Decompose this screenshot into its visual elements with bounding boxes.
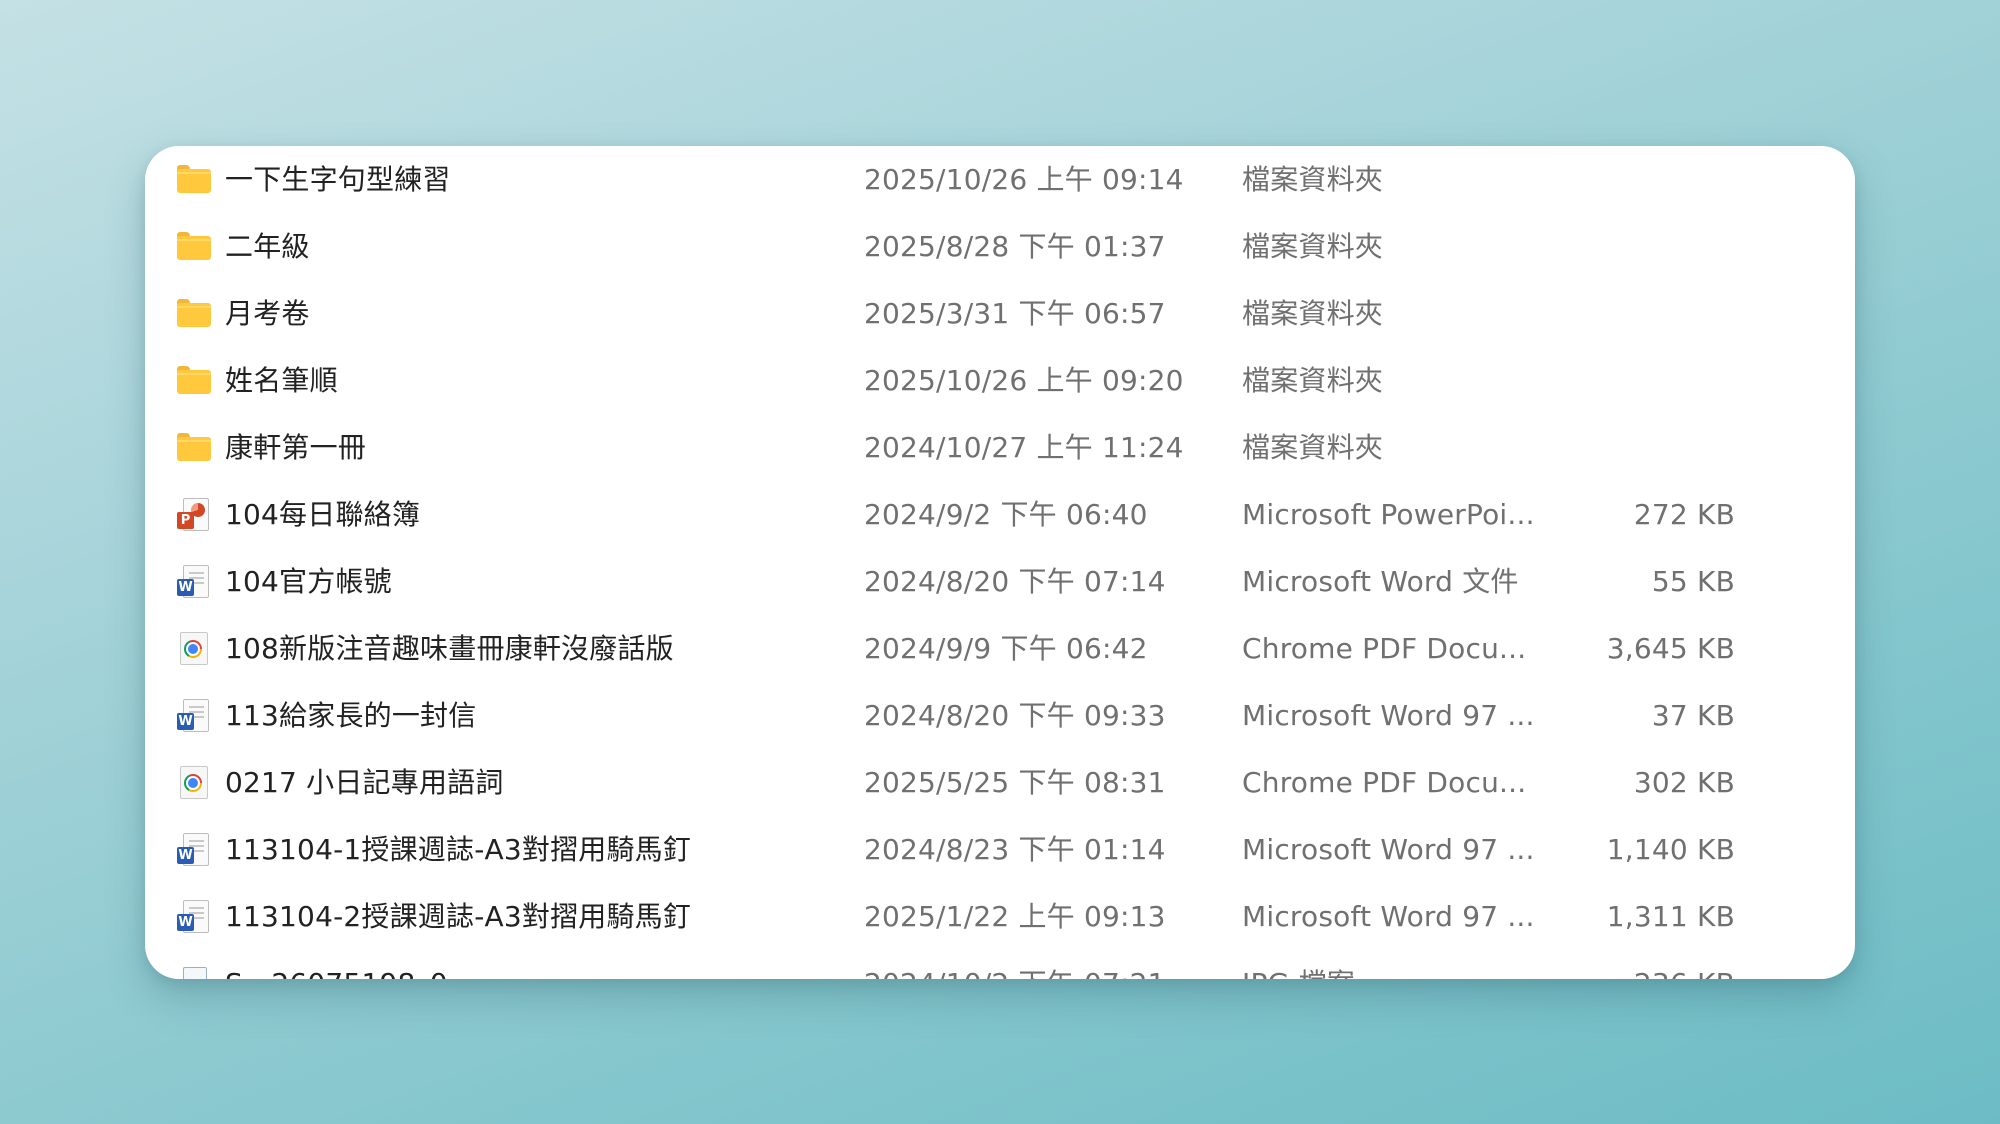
file-row-folder[interactable]: 月考卷 2025/3/31 下午 06:57 檔案資料夾: [145, 280, 1855, 347]
file-type: Microsoft Word 97 ...: [1242, 699, 1535, 732]
file-row-word[interactable]: W 113104-2授課週誌-A3對摺用騎馬釘 2025/1/22 上午 09:…: [145, 883, 1855, 950]
file-name: 113給家長的一封信: [225, 699, 477, 732]
file-size: [1585, 347, 1735, 414]
file-row-word[interactable]: W 113給家長的一封信 2024/8/20 下午 09:33 Microsof…: [145, 682, 1855, 749]
file-date: 2024/9/9 下午 06:42: [864, 632, 1148, 665]
file-row-folder[interactable]: 姓名筆順 2025/10/26 上午 09:20 檔案資料夾: [145, 347, 1855, 414]
file-name: 104官方帳號: [225, 565, 392, 598]
file-name: 姓名筆順: [225, 364, 338, 397]
file-date: 2024/8/20 下午 07:14: [864, 565, 1166, 598]
file-type: Microsoft PowerPoi...: [1242, 498, 1535, 531]
file-name: 一下生字句型練習: [225, 163, 451, 196]
file-date: 2025/8/28 下午 01:37: [864, 230, 1166, 263]
file-size: 55 KB: [1651, 565, 1735, 598]
folder-icon: [177, 297, 211, 331]
file-type: 檔案資料夾: [1242, 230, 1384, 263]
file-name: 108新版注音趣味畫冊康軒沒廢話版: [225, 632, 674, 665]
file-date: 2024/8/23 下午 01:14: [864, 833, 1166, 866]
file-date: 2025/10/26 上午 09:20: [864, 364, 1184, 397]
file-row-word[interactable]: W 113104-1授課週誌-A3對摺用騎馬釘 2024/8/23 下午 01:…: [145, 816, 1855, 883]
file-type: 檔案資料夾: [1242, 163, 1384, 196]
file-name: 月考卷: [225, 297, 310, 330]
file-row-powerpoint[interactable]: P 104每日聯絡簿 2024/9/2 下午 06:40 Microsoft P…: [145, 481, 1855, 548]
file-date: 2024/9/2 下午 06:40: [864, 498, 1148, 531]
word-file-icon: W: [177, 833, 211, 867]
file-size: 302 KB: [1633, 766, 1735, 799]
file-date: 2025/5/25 下午 08:31: [864, 766, 1166, 799]
file-date: 2024/10/27 上午 11:24: [864, 431, 1184, 464]
file-type: 檔案資料夾: [1242, 431, 1384, 464]
file-size: 3,645 KB: [1606, 632, 1735, 665]
file-size: 1,311 KB: [1606, 900, 1735, 933]
file-name: 104每日聯絡簿: [225, 498, 421, 531]
word-file-icon: W: [177, 699, 211, 733]
folder-icon: [177, 230, 211, 264]
file-type: Chrome PDF Docu...: [1242, 766, 1527, 799]
word-file-icon: W: [177, 900, 211, 934]
file-size: 272 KB: [1633, 498, 1735, 531]
file-name: 康軒第一冊: [225, 431, 367, 464]
file-type: Chrome PDF Docu...: [1242, 632, 1527, 665]
file-row-word[interactable]: W 104官方帳號 2024/8/20 下午 07:14 Microsoft W…: [145, 548, 1855, 615]
file-name: 113104-1授課週誌-A3對摺用騎馬釘: [225, 833, 692, 866]
file-row-pdf[interactable]: 0217 小日記專用語詞 2025/5/25 下午 08:31 Chrome P…: [145, 749, 1855, 816]
file-size: [1585, 280, 1735, 347]
powerpoint-file-icon: P: [177, 498, 211, 532]
chrome-pdf-icon: [177, 766, 211, 800]
file-date: 2024/10/2 下午 07:21: [864, 950, 1166, 979]
file-size: 1,140 KB: [1606, 833, 1735, 866]
file-date: 2024/8/20 下午 09:33: [864, 699, 1166, 732]
word-file-icon: W: [177, 565, 211, 599]
file-list-panel: 一下生字句型練習 2025/10/26 上午 09:14 檔案資料夾 二年級 2…: [145, 146, 1855, 979]
file-type: Microsoft Word 97 ...: [1242, 833, 1535, 866]
image-file-icon: [177, 967, 211, 979]
file-row-folder[interactable]: 二年級 2025/8/28 下午 01:37 檔案資料夾: [145, 213, 1855, 280]
file-size: [1585, 213, 1735, 280]
file-date: 2025/1/22 上午 09:13: [864, 900, 1166, 933]
file-name: 0217 小日記專用語詞: [225, 766, 504, 799]
file-type: JPG 檔案: [1242, 950, 1355, 979]
file-row-folder[interactable]: 一下生字句型練習 2025/10/26 上午 09:14 檔案資料夾: [145, 146, 1855, 213]
file-size: 37 KB: [1651, 699, 1735, 732]
file-row-image[interactable]: S__26075198_0 2024/10/2 下午 07:21 JPG 檔案 …: [145, 950, 1855, 979]
file-name: S__26075198_0: [225, 950, 448, 979]
folder-icon: [177, 431, 211, 465]
file-date: 2025/10/26 上午 09:14: [864, 163, 1184, 196]
file-name: 113104-2授課週誌-A3對摺用騎馬釘: [225, 900, 692, 933]
file-type: 檔案資料夾: [1242, 297, 1384, 330]
file-type: 檔案資料夾: [1242, 364, 1384, 397]
file-row-pdf[interactable]: 108新版注音趣味畫冊康軒沒廢話版 2024/9/9 下午 06:42 Chro…: [145, 615, 1855, 682]
file-type: Microsoft Word 97 ...: [1242, 900, 1535, 933]
file-name: 二年級: [225, 230, 310, 263]
folder-icon: [177, 163, 211, 197]
file-size: 236 KB: [1585, 950, 1735, 979]
file-date: 2025/3/31 下午 06:57: [864, 297, 1166, 330]
file-size: [1585, 414, 1735, 481]
file-size: [1585, 146, 1735, 213]
folder-icon: [177, 364, 211, 398]
file-type: Microsoft Word 文件: [1242, 565, 1519, 598]
chrome-pdf-icon: [177, 632, 211, 666]
file-row-folder[interactable]: 康軒第一冊 2024/10/27 上午 11:24 檔案資料夾: [145, 414, 1855, 481]
